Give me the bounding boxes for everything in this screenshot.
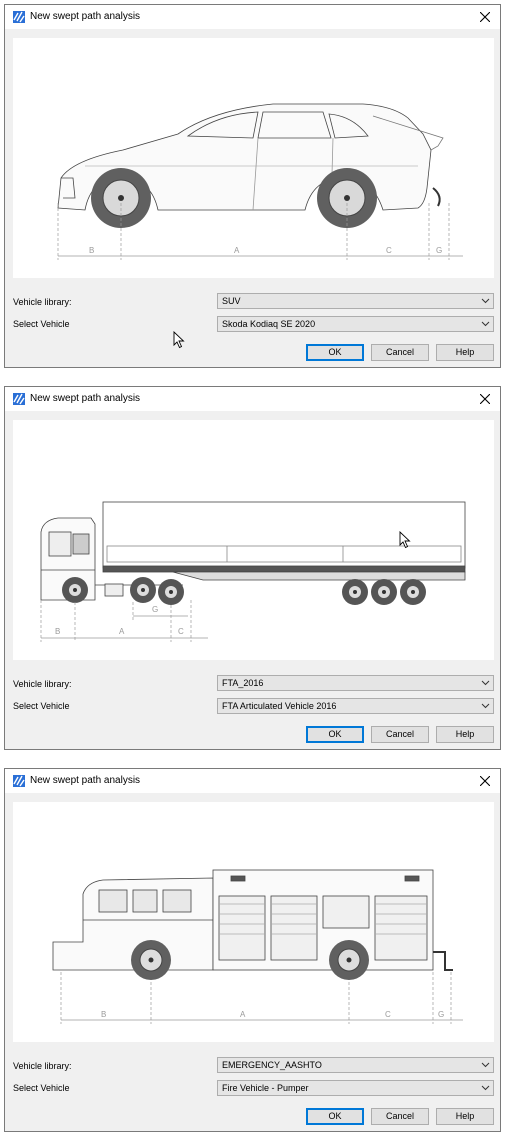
articulated-truck-drawing: B A G C [40, 501, 466, 642]
dimension-label-b: B [89, 246, 94, 255]
select-vehicle-dropdown[interactable]: FTA Articulated Vehicle 2016 [217, 698, 494, 714]
suv-drawing: B A C G [57, 103, 463, 260]
swept-path-app-icon [12, 392, 26, 406]
select-vehicle-label: Select Vehicle [13, 701, 70, 711]
chevron-down-icon [481, 1062, 490, 1068]
dimension-label-g: G [436, 246, 442, 255]
close-button[interactable] [470, 769, 500, 793]
dimension-label-b: B [55, 627, 60, 636]
fire-truck-drawing: B A C G [52, 869, 463, 1024]
mouse-pointer-icon [399, 531, 411, 549]
dimension-label-c: C [178, 627, 184, 636]
help-button[interactable]: Help [436, 344, 494, 361]
dialog-title: New swept path analysis [30, 11, 141, 22]
help-button[interactable]: Help [436, 1108, 494, 1125]
chevron-down-icon [481, 703, 490, 709]
select-vehicle-dropdown[interactable]: Fire Vehicle - Pumper [217, 1080, 494, 1096]
vehicle-library-value: FTA_2016 [222, 678, 264, 688]
vehicle-library-value: EMERGENCY_AASHTO [222, 1060, 322, 1070]
title-bar[interactable]: New swept path analysis [5, 5, 500, 29]
swept-path-dialog-fire-vehicle: New swept path analysis B A C G Vehicle … [4, 768, 501, 1132]
vehicle-library-label: Vehicle library: [13, 297, 72, 307]
cancel-button[interactable]: Cancel [371, 344, 429, 361]
cancel-button[interactable]: Cancel [371, 1108, 429, 1125]
dimension-label-c: C [385, 1010, 391, 1019]
dialog-title: New swept path analysis [30, 775, 141, 786]
select-vehicle-value: Skoda Kodiaq SE 2020 [222, 319, 316, 329]
vehicle-library-label: Vehicle library: [13, 679, 72, 689]
wheel [62, 577, 88, 603]
select-vehicle-label: Select Vehicle [13, 319, 70, 329]
chevron-down-icon [481, 680, 490, 686]
ok-button[interactable]: OK [306, 344, 364, 361]
wheel [342, 579, 368, 605]
dialog-title: New swept path analysis [30, 393, 141, 404]
vehicle-library-dropdown[interactable]: SUV [217, 293, 494, 309]
vehicle-library-dropdown[interactable]: EMERGENCY_AASHTO [217, 1057, 494, 1073]
chevron-down-icon [481, 321, 490, 327]
vehicle-library-label: Vehicle library: [13, 1061, 72, 1071]
select-vehicle-label: Select Vehicle [13, 1083, 70, 1093]
help-button[interactable]: Help [436, 726, 494, 743]
dimension-label-g: G [152, 605, 158, 614]
title-bar[interactable]: New swept path analysis [5, 769, 500, 793]
close-icon [480, 394, 490, 404]
dimension-label-a: A [240, 1010, 246, 1019]
swept-path-app-icon [12, 10, 26, 24]
swept-path-dialog-articulated: New swept path analysis B A G C Vehicle … [4, 386, 501, 750]
dimension-label-b: B [101, 1010, 106, 1019]
close-button[interactable] [470, 5, 500, 29]
wheel [130, 577, 156, 603]
dimension-label-a: A [119, 627, 125, 636]
swept-path-app-icon [12, 774, 26, 788]
ok-button[interactable]: OK [306, 1108, 364, 1125]
title-bar[interactable]: New swept path analysis [5, 387, 500, 411]
cancel-button[interactable]: Cancel [371, 726, 429, 743]
wheel [158, 579, 184, 605]
select-vehicle-dropdown[interactable]: Skoda Kodiaq SE 2020 [217, 316, 494, 332]
wheel [131, 940, 171, 980]
chevron-down-icon [481, 1085, 490, 1091]
dimension-label-a: A [234, 246, 240, 255]
dimension-label-c: C [386, 246, 392, 255]
chevron-down-icon [481, 298, 490, 304]
vehicle-preview: B A C G [13, 802, 494, 1042]
wheel [400, 579, 426, 605]
vehicle-preview: B A C G [13, 38, 494, 278]
select-vehicle-value: Fire Vehicle - Pumper [222, 1083, 309, 1093]
dimension-label-g: G [438, 1010, 444, 1019]
vehicle-library-value: SUV [222, 296, 241, 306]
close-icon [480, 776, 490, 786]
select-vehicle-value: FTA Articulated Vehicle 2016 [222, 701, 337, 711]
swept-path-dialog-suv: New swept path analysis B A C G Vehicle … [4, 4, 501, 368]
vehicle-library-dropdown[interactable]: FTA_2016 [217, 675, 494, 691]
vehicle-preview: B A G C [13, 420, 494, 660]
wheel [329, 940, 369, 980]
close-button[interactable] [470, 387, 500, 411]
close-icon [480, 12, 490, 22]
ok-button[interactable]: OK [306, 726, 364, 743]
mouse-pointer-icon [173, 331, 185, 349]
wheel [371, 579, 397, 605]
